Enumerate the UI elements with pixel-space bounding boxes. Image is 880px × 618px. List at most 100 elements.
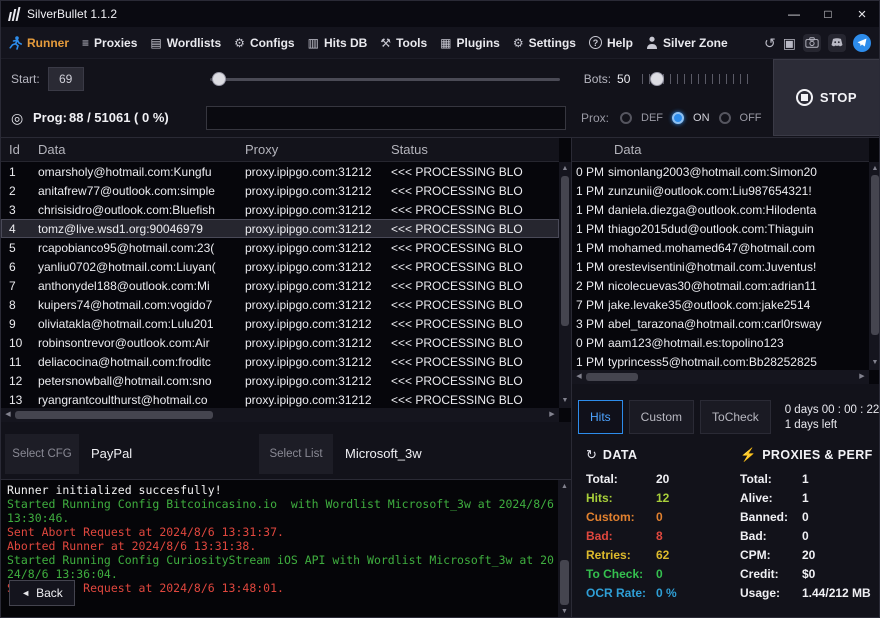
vscroll-thumb[interactable] bbox=[871, 175, 879, 335]
start-slider[interactable] bbox=[210, 72, 560, 86]
gallery-icon[interactable]: ▣ bbox=[783, 34, 796, 52]
table-row[interactable]: 2 anitafrew77@outlook.com:simple proxy.i… bbox=[1, 181, 559, 200]
nav-proxies[interactable]: ≡ Proxies bbox=[82, 36, 137, 50]
table-row[interactable]: 1 PM daniela.diezga@outlook.com:Hilodent… bbox=[572, 200, 869, 219]
history-icon[interactable]: ↺ bbox=[764, 34, 776, 52]
telegram-icon[interactable] bbox=[853, 34, 871, 52]
cell-status: <<< PROCESSING BLO bbox=[391, 241, 559, 255]
vscroll-thumb[interactable] bbox=[561, 176, 569, 326]
progress-bar bbox=[206, 106, 566, 130]
table-row[interactable]: 5 rcapobianco95@hotmail.com:23( proxy.ip… bbox=[1, 238, 559, 257]
table-row[interactable]: 11 deliacocina@hotmail.com:froditc proxy… bbox=[1, 352, 559, 371]
table-row[interactable]: 12 petersnowball@hotmail.com:sno proxy.i… bbox=[1, 371, 559, 390]
minimize-button[interactable]: — bbox=[777, 1, 811, 27]
stat-label: Alive: bbox=[740, 491, 802, 505]
tab[interactable]: Custom bbox=[629, 400, 694, 434]
start-slider-thumb[interactable] bbox=[212, 72, 226, 86]
table-row[interactable]: 6 yanliu0702@hotmail.com:Liuyan( proxy.i… bbox=[1, 257, 559, 276]
hits-table-vscrollbar[interactable]: ▲ ▼ bbox=[869, 162, 880, 370]
cell-status: <<< PROCESSING BLO bbox=[391, 374, 559, 388]
nav-hits-db[interactable]: ▥ Hits DB bbox=[308, 36, 368, 50]
table-row[interactable]: 2 PM nicolecuevas30@hotmail.com:adrian11 bbox=[572, 276, 869, 295]
bots-table-hscrollbar[interactable]: ◀ ▶ bbox=[1, 408, 559, 422]
cell-proxy: proxy.ipipgo.com:31212 bbox=[245, 165, 391, 179]
stat-row: Usage: 1.44/212 MB bbox=[740, 583, 878, 602]
runner-icon bbox=[9, 36, 22, 50]
nav-runner[interactable]: Runner bbox=[9, 36, 69, 50]
table-row[interactable]: 10 robinsontrevor@outlook.com:Air proxy.… bbox=[1, 333, 559, 352]
select-cfg-button[interactable]: Select CFG bbox=[5, 434, 79, 474]
hits-db-icon: ▥ bbox=[308, 36, 319, 50]
table-row[interactable]: 13 ryangrantcoulthurst@hotmail.co proxy.… bbox=[1, 390, 559, 408]
table-row[interactable]: 1 PM orestevisentini@hotmail.com:Juventu… bbox=[572, 257, 869, 276]
scroll-up-icon[interactable]: ▲ bbox=[558, 482, 571, 492]
discord-icon[interactable] bbox=[828, 34, 846, 52]
prox-label: Prox: bbox=[581, 111, 609, 125]
close-button[interactable]: × bbox=[845, 1, 879, 27]
prox-on-radio[interactable] bbox=[672, 112, 684, 124]
vscroll-thumb[interactable] bbox=[560, 560, 569, 605]
scroll-right-icon[interactable]: ▶ bbox=[857, 372, 867, 382]
scroll-right-icon[interactable]: ▶ bbox=[547, 410, 557, 420]
maximize-button[interactable]: □ bbox=[811, 1, 845, 27]
table-row[interactable]: 9 oliviatakla@hotmail.com:Lulu201 proxy.… bbox=[1, 314, 559, 333]
table-row[interactable]: 7 PM jake.levake35@outlook.com:jake2514 bbox=[572, 295, 869, 314]
bots-slider[interactable] bbox=[642, 72, 754, 86]
nav-wordlists[interactable]: ▤ Wordlists bbox=[150, 36, 221, 50]
table-row[interactable]: 0 PM simonlang2003@hotmail.com:Simon20 bbox=[572, 162, 869, 181]
table-row[interactable]: 3 PM abel_tarazona@hotmail.com:carl0rswa… bbox=[572, 314, 869, 333]
log-vscrollbar[interactable]: ▲ ▼ bbox=[558, 480, 571, 618]
prox-off-radio[interactable] bbox=[719, 112, 731, 124]
table-row[interactable]: 1 PM typrincess5@hotmail.com:Bb28252825 bbox=[572, 352, 869, 370]
log-console: Runner initialized succesfully! Started … bbox=[1, 479, 571, 618]
hscroll-thumb[interactable] bbox=[586, 373, 638, 381]
nav-runner-label: Runner bbox=[27, 36, 69, 50]
hits-table-hscrollbar[interactable]: ◀ ▶ bbox=[572, 370, 869, 384]
scroll-left-icon[interactable]: ◀ bbox=[3, 410, 13, 420]
nav-help[interactable]: ? Help bbox=[589, 36, 633, 50]
cell-id: 8 bbox=[1, 298, 38, 312]
table-row[interactable]: 4 tomz@live.wsd1.org:90046979 proxy.ipip… bbox=[1, 219, 559, 238]
stop-button[interactable]: STOP bbox=[796, 89, 857, 106]
table-row[interactable]: 8 kuipers74@hotmail.com:vogido7 proxy.ip… bbox=[1, 295, 559, 314]
table-row[interactable]: 0 PM aam123@hotmail.es:topolino123 bbox=[572, 333, 869, 352]
table-row[interactable]: 3 chrisisidro@outlook.com:Bluefish proxy… bbox=[1, 200, 559, 219]
stat-row: Total: 20 bbox=[586, 469, 734, 488]
scroll-up-icon[interactable]: ▲ bbox=[559, 164, 571, 174]
nav-tools[interactable]: ⚒ Tools bbox=[380, 36, 427, 50]
table-row[interactable]: 1 omarsholy@hotmail.com:Kungfu proxy.ipi… bbox=[1, 162, 559, 181]
tab[interactable]: Hits bbox=[578, 400, 623, 434]
nav-plugins[interactable]: ▦ Plugins bbox=[440, 36, 500, 50]
nav-silver-zone[interactable]: Silver Zone bbox=[646, 36, 728, 50]
scroll-down-icon[interactable]: ▼ bbox=[559, 396, 571, 406]
nav-configs[interactable]: ⚙ Configs bbox=[234, 36, 294, 50]
hscroll-thumb[interactable] bbox=[15, 411, 213, 419]
nav-settings[interactable]: ⚙ Settings bbox=[513, 36, 576, 50]
stat-value: 1 bbox=[802, 491, 809, 505]
cell-proxy: proxy.ipipgo.com:31212 bbox=[245, 279, 391, 293]
camera-icon[interactable] bbox=[803, 34, 821, 52]
stop-icon bbox=[796, 89, 813, 106]
table-row[interactable]: 1 PM zunzunii@outlook.com:Liu987654321! bbox=[572, 181, 869, 200]
start-input[interactable] bbox=[48, 67, 84, 91]
scroll-down-icon[interactable]: ▼ bbox=[869, 358, 880, 368]
proxies-stats-header: ⚡ PROXIES & PERF bbox=[740, 447, 878, 463]
select-list-button[interactable]: Select List bbox=[259, 434, 333, 474]
scroll-up-icon[interactable]: ▲ bbox=[869, 164, 880, 174]
cell-id: 7 bbox=[1, 279, 38, 293]
cell-data: deliacocina@hotmail.com:froditc bbox=[38, 355, 245, 369]
scroll-down-icon[interactable]: ▼ bbox=[558, 607, 571, 617]
stat-value: 8 bbox=[656, 529, 663, 543]
cell-status: <<< PROCESSING BLO bbox=[391, 222, 559, 236]
proxies-icon: ≡ bbox=[82, 36, 89, 50]
prox-def-radio[interactable] bbox=[620, 112, 632, 124]
bots-table-vscrollbar[interactable]: ▲ ▼ bbox=[559, 162, 571, 408]
scroll-left-icon[interactable]: ◀ bbox=[574, 372, 584, 382]
tab[interactable]: ToCheck bbox=[700, 400, 771, 434]
back-button[interactable]: ◄ Back bbox=[9, 580, 75, 606]
table-row[interactable]: 1 PM thiago2015dud@outlook.com:Thiaguin bbox=[572, 219, 869, 238]
table-row[interactable]: 1 PM mohamed.mohamed647@hotmail.com bbox=[572, 238, 869, 257]
cell-data: anitafrew77@outlook.com:simple bbox=[38, 184, 245, 198]
table-row[interactable]: 7 anthonydel188@outlook.com:Mi proxy.ipi… bbox=[1, 276, 559, 295]
cell-data: abel_tarazona@hotmail.com:carl0rsway bbox=[608, 317, 869, 331]
